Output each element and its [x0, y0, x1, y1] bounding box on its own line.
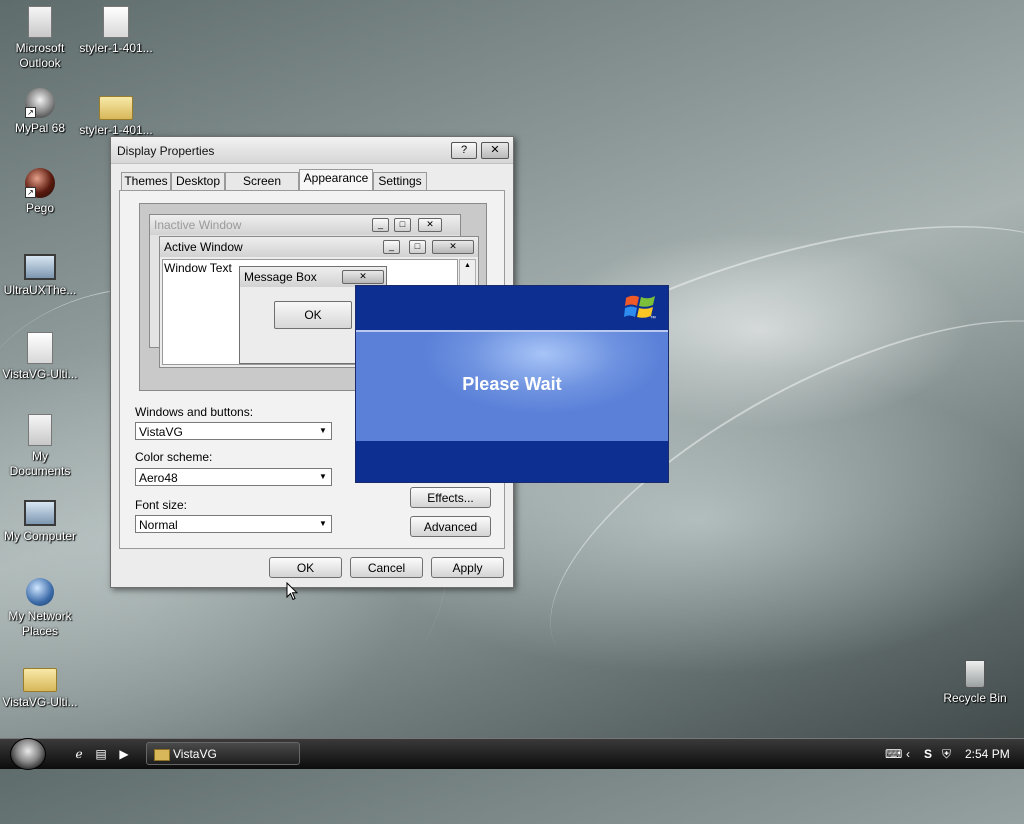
desktop-icon-recycle-bin[interactable]: Recycle Bin	[935, 660, 1015, 706]
desktop-icon-network-places[interactable]: My Network Places	[0, 578, 80, 639]
file-icon	[103, 6, 129, 38]
dialog-title: Display Properties	[117, 144, 215, 158]
documents-icon	[28, 414, 52, 446]
please-wait-dialog: ™ Please Wait	[355, 285, 669, 483]
folder-icon	[23, 668, 57, 692]
minimize-icon: _	[372, 218, 389, 232]
chevron-down-icon: ▼	[319, 519, 327, 528]
preview-inactive-title: Inactive Window	[150, 215, 460, 235]
tab-themes[interactable]: Themes	[121, 172, 171, 190]
mouse-cursor-icon	[286, 582, 298, 601]
desktop-icon-label: My Network Places	[8, 609, 72, 638]
close-icon: ✕	[432, 240, 474, 254]
desktop-icon-label: VistaVG-Ulti...	[2, 367, 78, 381]
close-icon: ✕	[418, 218, 442, 232]
desktop-icon-label: My Documents	[9, 449, 71, 478]
keyboard-icon[interactable]: ⌨	[885, 746, 902, 762]
desktop-icon-label: MyPal 68	[14, 121, 66, 135]
ok-button[interactable]: OK	[269, 557, 342, 578]
desktop-icon-label: UltraUXThe...	[3, 283, 77, 297]
file-icon	[27, 332, 53, 364]
maximize-icon: □	[409, 240, 426, 254]
desktop-icon-vistavg-folder[interactable]: VistaVG-Ulti...	[0, 660, 80, 710]
desktop-icon-label: Microsoft Outlook	[15, 41, 65, 70]
tab-screen-saver[interactable]: Screen Saver	[225, 172, 299, 205]
desktop-icon-vistavg-file[interactable]: VistaVG-Ulti...	[0, 332, 80, 382]
desktop-icon-my-documents[interactable]: My Documents	[0, 414, 80, 479]
apply-button[interactable]: Apply	[431, 557, 504, 578]
tab-appearance[interactable]: Appearance	[299, 169, 373, 190]
color-scheme-label: Color scheme:	[135, 450, 213, 464]
desktop-icon-my-computer[interactable]: My Computer	[0, 496, 80, 544]
start-button[interactable]	[10, 738, 46, 770]
font-size-select[interactable]: Normal ▼	[135, 515, 332, 533]
close-icon: ✕	[342, 270, 384, 284]
chevron-down-icon: ▼	[319, 426, 327, 435]
desktop-icon-label: styler-1-401...	[79, 41, 153, 55]
minimize-icon: _	[383, 240, 400, 254]
folder-icon[interactable]: ▤	[94, 747, 108, 761]
wait-footer-band	[356, 441, 668, 482]
desktop-icon-ultraux[interactable]: UltraUXThe...	[0, 250, 80, 298]
computer-icon	[24, 254, 56, 280]
media-icon[interactable]: ▶	[117, 747, 131, 761]
preview-window-text: Window Text	[164, 261, 232, 275]
preview-active-title: Active Window	[160, 237, 478, 257]
desktop-icon-label: Recycle Bin	[943, 691, 1007, 705]
computer-icon	[24, 500, 56, 526]
desktop-icon-label: VistaVG-Ulti...	[2, 695, 78, 709]
dialog-titlebar[interactable]: Display Properties ? ✕	[111, 137, 513, 164]
wait-header-band: ™	[356, 286, 668, 330]
windows-buttons-value: VistaVG	[139, 425, 183, 439]
color-scheme-select[interactable]: Aero48 ▼	[135, 468, 332, 486]
desktop-icon-mypal[interactable]: ↗ MyPal 68	[0, 88, 80, 136]
desktop-icon-styler-folder[interactable]: styler-1-401...	[76, 88, 156, 138]
tab-settings[interactable]: Settings	[373, 172, 427, 190]
help-button[interactable]: ?	[451, 142, 477, 159]
cancel-button[interactable]: Cancel	[350, 557, 423, 578]
s-icon[interactable]: S	[924, 746, 932, 762]
windows-buttons-select[interactable]: VistaVG ▼	[135, 422, 332, 440]
taskbar-button-label: VistaVG	[173, 747, 217, 761]
desktop-icon-label: My Computer	[3, 529, 77, 543]
color-scheme-value: Aero48	[139, 471, 178, 485]
maximize-icon: □	[394, 218, 411, 232]
preview-ok-button: OK	[274, 301, 352, 329]
close-button[interactable]: ✕	[481, 142, 509, 159]
font-size-value: Normal	[139, 518, 178, 532]
outlook-icon	[28, 6, 52, 38]
ie-icon[interactable]: ℯ	[72, 747, 86, 761]
chevron-down-icon: ▼	[319, 472, 327, 481]
desktop-icon-outlook[interactable]: Microsoft Outlook	[0, 6, 80, 71]
chevron-left-icon[interactable]: ‹	[906, 746, 910, 762]
folder-icon	[154, 749, 170, 761]
shield-icon[interactable]: ⛨	[942, 746, 951, 762]
mypal-icon: ↗	[25, 88, 55, 118]
folder-icon	[99, 96, 133, 120]
shortcut-arrow-icon: ↗	[25, 187, 36, 198]
windows-buttons-label: Windows and buttons:	[135, 405, 254, 419]
shortcut-arrow-icon: ↗	[25, 107, 36, 118]
font-size-label: Font size:	[135, 498, 188, 512]
taskbar: ℯ ▤ ▶ VistaVG ⌨ ‹ S ⛨ 2:54 PM	[0, 738, 1024, 770]
advanced-button[interactable]: Advanced	[410, 516, 491, 537]
clock[interactable]: 2:54 PM	[965, 746, 1010, 762]
tab-desktop[interactable]: Desktop	[171, 172, 225, 190]
effects-button[interactable]: Effects...	[410, 487, 491, 508]
network-icon	[26, 578, 54, 606]
please-wait-message: Please Wait	[462, 374, 562, 394]
recycle-bin-icon	[965, 660, 985, 688]
pego-icon: ↗	[25, 168, 55, 198]
desktop-icon-pego[interactable]: ↗ Pego	[0, 168, 80, 216]
taskbar-button-vistavg[interactable]: VistaVG	[146, 742, 300, 765]
desktop-icon-label: Pego	[25, 201, 55, 215]
desktop-icon-styler-file[interactable]: styler-1-401...	[76, 6, 156, 56]
trademark-mark: ™	[650, 316, 656, 322]
